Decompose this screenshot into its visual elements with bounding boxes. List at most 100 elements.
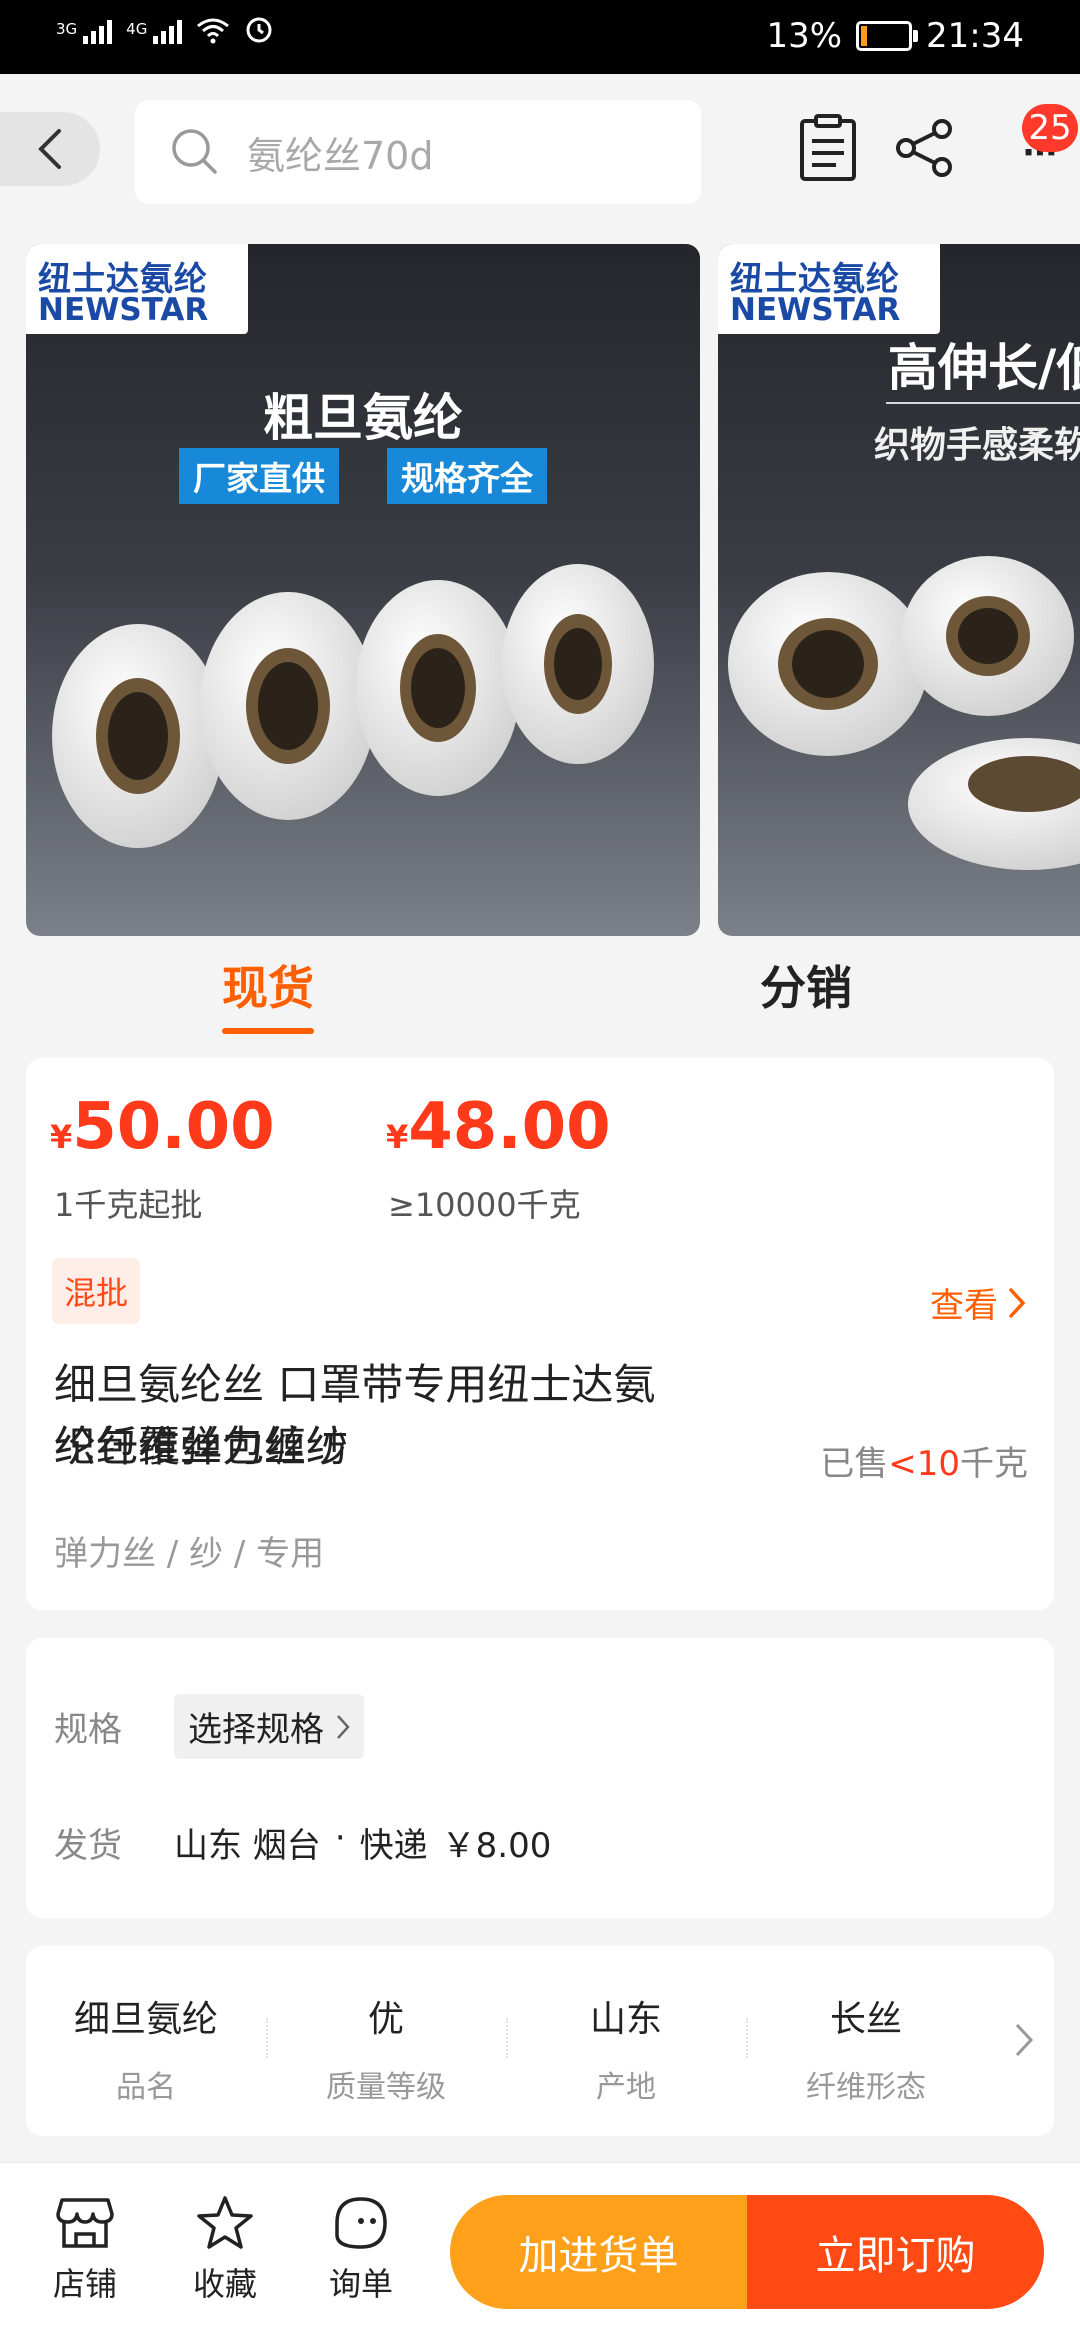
price-tier-note: 1千克起批 <box>54 1186 203 1224</box>
divider <box>886 402 1080 404</box>
shipping-info: 山东 烟台 · 快递 ￥8.00 <box>174 1818 551 1867</box>
chevron-right-icon <box>1009 1287 1026 1318</box>
attribute-value: 细旦氨纶 <box>73 1999 218 2040</box>
shipping-row: 发货 山东 烟台 · 快递 ￥8.00 <box>54 1818 551 1867</box>
status-bar-left: 3G 4G <box>56 14 274 44</box>
attribute-value: 长丝 <box>829 1999 902 2040</box>
alarm-icon <box>246 17 272 43</box>
gallery-slide[interactable]: 纽士达氨纶 NEWSTAR 粗旦氨纶 厂家直供 规格齐全 <box>26 244 700 936</box>
favorite-label: 收藏 <box>192 2265 257 2303</box>
attribute-item: 长丝 纤维形态 <box>746 1990 986 2106</box>
attribute-key: 品名 <box>116 2070 176 2105</box>
star-icon <box>197 2196 253 2249</box>
clipboard-icon <box>800 114 856 181</box>
tab-spot[interactable]: 现货 <box>222 952 314 1034</box>
price-tier-note: ≥10000千克 <box>388 1186 581 1224</box>
spandex-spools-image <box>52 564 654 848</box>
inquiry-label: 询单 <box>328 2265 393 2303</box>
brand-logo: 纽士达氨纶 NEWSTAR <box>26 244 248 334</box>
slide-headline: 粗旦氨纶 <box>263 389 463 447</box>
currency-symbol: ¥ <box>386 1118 409 1156</box>
network-type-1: 3G <box>56 20 78 38</box>
ship-separator: · <box>334 1818 346 1858</box>
store-button[interactable]: 店铺 <box>40 2193 130 2305</box>
status-bar-right: 13% 21:34 <box>766 16 1024 56</box>
attribute-item: 细旦氨纶 品名 <box>26 1990 266 2106</box>
sold-prefix: 已售 <box>820 1444 889 1484</box>
status-bar: 3G 4G 13% 21:34 <box>0 0 1080 74</box>
sold-unit: 千克 <box>960 1444 1028 1484</box>
attributes-card[interactable]: 细旦氨纶 品名 优 质量等级 山东 产地 长丝 纤维形态 <box>26 1946 1054 2136</box>
favorite-button[interactable]: 收藏 <box>180 2193 270 2305</box>
battery-percent: 13% <box>766 16 843 56</box>
chevron-right-icon[interactable] <box>1014 2022 1034 2058</box>
store-label: 店铺 <box>52 2265 117 2303</box>
chat-icon <box>335 2197 387 2249</box>
top-nav: 氨纶丝70d ⋯ 25 <box>0 74 1080 244</box>
view-label: 查看 <box>930 1286 998 1326</box>
share-button[interactable] <box>890 108 960 188</box>
price-card: ¥50.00 1千克起批 ¥48.00 ≥10000千克 混批 查看 细旦氨纶丝… <box>26 1058 1054 1610</box>
logo-text-en: NEWSTAR <box>730 292 901 328</box>
buy-now-button[interactable]: 立即订购 <box>747 2195 1044 2309</box>
purchase-buttons: 加进货单 立即订购 <box>450 2195 1044 2309</box>
select-spec-button[interactable]: 选择规格 <box>174 1694 364 1759</box>
order-list-button[interactable] <box>793 108 863 188</box>
sold-count: 已售<10千克 <box>820 1436 1028 1485</box>
search-placeholder: 氨纶丝70d <box>247 133 434 178</box>
clock: 21:34 <box>926 16 1024 56</box>
slide-tags: 厂家直供 规格齐全 <box>26 448 700 504</box>
price-tier-2: ¥48.00 <box>386 1090 611 1164</box>
attribute-key: 纤维形态 <box>806 2070 926 2105</box>
search-box[interactable]: 氨纶丝70d <box>135 100 701 204</box>
slide-headline: 高伸长/低 <box>888 339 1080 397</box>
product-gallery[interactable]: 纽士达氨纶 NEWSTAR 粗旦氨纶 厂家直供 规格齐全 纽士达氨纶 NEWST… <box>26 244 1080 936</box>
store-icon <box>56 2198 114 2248</box>
price-value: 50.00 <box>72 1090 275 1164</box>
mode-tabs: 现货 分销 <box>0 944 1080 1040</box>
gallery-slide[interactable]: 纽士达氨纶 NEWSTAR 高伸长/低 织物手感柔软 <box>718 244 1080 936</box>
search-icon <box>172 129 217 174</box>
ship-method: 快递 <box>359 1826 428 1866</box>
attribute-value: 优 <box>367 1999 404 2040</box>
ship-origin: 山东 烟台 <box>174 1826 321 1866</box>
attribute-item: 山东 产地 <box>506 1990 746 2106</box>
cell-signal-icon: 3G <box>56 20 113 44</box>
select-spec-label: 选择规格 <box>188 1710 324 1750</box>
cell-signal-icon-2: 4G <box>126 20 183 44</box>
sold-value: <10 <box>888 1444 960 1484</box>
attribute-list: 细旦氨纶 品名 优 质量等级 山东 产地 长丝 纤维形态 <box>26 1990 986 2106</box>
tab-distribution[interactable]: 分销 <box>760 952 852 1018</box>
wifi-icon <box>197 18 230 44</box>
share-icon <box>896 119 952 177</box>
price-tier-1: ¥50.00 <box>50 1090 275 1164</box>
attribute-key: 质量等级 <box>326 2070 446 2105</box>
ship-fee: ￥8.00 <box>441 1826 552 1866</box>
spec-card: 规格 选择规格 发货 山东 烟台 · 快递 ￥8.00 <box>26 1638 1054 1918</box>
price-value: 48.00 <box>408 1090 611 1164</box>
battery-icon <box>856 21 919 51</box>
view-link[interactable]: 查看 <box>930 1278 1026 1327</box>
slide-subline: 织物手感柔软 <box>874 425 1080 466</box>
brand-logo: 纽士达氨纶 NEWSTAR <box>718 244 940 334</box>
spec-label: 规格 <box>54 1710 122 1750</box>
back-button[interactable] <box>0 112 100 186</box>
bottom-action-bar: 店铺 收藏 询单 加进货单 立即订购 <box>0 2162 1080 2341</box>
slide-tag: 厂家直供 <box>179 448 339 504</box>
network-type-2: 4G <box>126 20 148 38</box>
spec-row: 规格 选择规格 <box>54 1694 364 1759</box>
attribute-value: 山东 <box>589 1999 662 2040</box>
chevron-left-icon <box>38 129 61 169</box>
product-title-cont: 织包覆丝包缠纱 <box>54 1422 349 1471</box>
mixed-batch-badge: 混批 <box>52 1258 141 1324</box>
category-path: 弹力丝 / 纱 / 专用 <box>54 1534 325 1574</box>
shipping-label: 发货 <box>54 1826 122 1866</box>
attribute-item: 优 质量等级 <box>266 1990 506 2106</box>
message-count-badge: 25 <box>1022 104 1078 152</box>
logo-text-en: NEWSTAR <box>38 292 209 328</box>
inquiry-button[interactable]: 询单 <box>316 2193 406 2305</box>
slide-tag: 规格齐全 <box>387 448 547 504</box>
chevron-right-icon <box>337 1714 350 1739</box>
add-to-list-button[interactable]: 加进货单 <box>450 2195 747 2309</box>
currency-symbol: ¥ <box>50 1118 73 1156</box>
